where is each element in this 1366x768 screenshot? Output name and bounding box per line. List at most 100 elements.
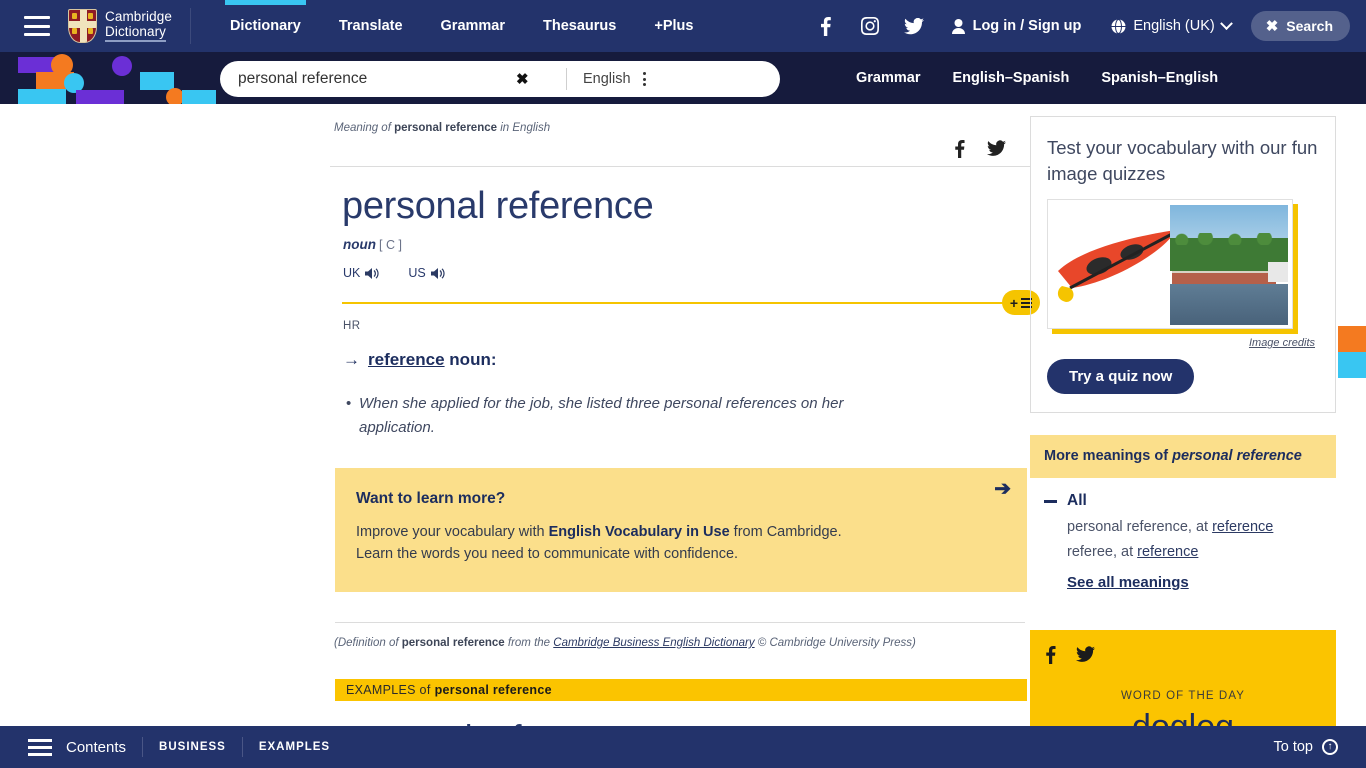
bottom-chip-examples[interactable]: EXAMPLES (259, 741, 330, 753)
decorative-blocks (18, 52, 230, 104)
arrow-up-circle-icon: ↑ (1322, 739, 1338, 755)
bottom-divider (142, 737, 144, 757)
contents-label[interactable]: Contents (66, 739, 126, 756)
pronunciation-us-label: US (408, 266, 426, 280)
contents-menu-icon[interactable] (28, 738, 52, 756)
top-navigation-bar: Cambridge Dictionary Dictionary Translat… (0, 0, 1366, 61)
part-of-speech: noun[ C ] (343, 237, 1030, 252)
twitter-share-icon[interactable] (1076, 646, 1095, 663)
language-selector[interactable]: English (UK) (1097, 16, 1244, 34)
pronunciation-uk-label: UK (343, 266, 361, 280)
nav-item-dictionary[interactable]: Dictionary (211, 0, 320, 52)
user-icon (951, 18, 965, 34)
nav-item-thesaurus[interactable]: Thesaurus (524, 0, 635, 52)
source-dictionary-link[interactable]: Cambridge Business English Dictionary (553, 637, 754, 649)
image-credits-link[interactable]: Image credits (1047, 337, 1315, 349)
page-body: Meaning of personal reference in English… (0, 104, 1366, 768)
facebook-share-icon[interactable] (955, 140, 965, 158)
quiz-image-frame (1047, 198, 1293, 329)
facebook-share-icon[interactable] (1046, 646, 1056, 665)
promo-line1-b: from Cambridge. (729, 524, 842, 540)
more-meanings-all-toggle[interactable]: All (1044, 492, 1322, 510)
cross-reference: → reference noun: (343, 350, 1030, 370)
pronunciation-us[interactable]: US (408, 266, 445, 280)
clear-search-icon[interactable]: ✖ (508, 72, 537, 87)
all-label: All (1067, 492, 1087, 510)
domain-label: HR (343, 320, 361, 332)
right-sidebar: Test your vocabulary with our fun image … (1030, 104, 1366, 768)
learn-more-promo[interactable]: ➔ Want to learn more? Improve your vocab… (335, 468, 1027, 592)
close-icon: ✖ (1265, 17, 1279, 35)
search-toggle-label: Search (1286, 18, 1333, 34)
cross-reference-pos: noun (449, 350, 491, 369)
instagram-icon[interactable] (848, 17, 892, 35)
twitter-share-icon[interactable] (987, 140, 1006, 157)
try-quiz-button[interactable]: Try a quiz now (1047, 358, 1195, 394)
menu-icon[interactable] (24, 16, 50, 36)
entry-divider: + (342, 290, 1040, 315)
source-prefix: (Definition of (334, 636, 402, 649)
cambridge-crest-icon (68, 9, 97, 43)
page-title: personal reference (342, 185, 654, 227)
nav-item-translate[interactable]: Translate (320, 0, 422, 52)
source-attribution: (Definition of personal reference from t… (334, 637, 1030, 649)
cross-reference-link[interactable]: reference (368, 350, 445, 369)
search-input[interactable] (238, 64, 508, 94)
pos-label: noun (343, 237, 376, 252)
source-divider (335, 621, 1025, 623)
globe-icon (1111, 18, 1126, 34)
source-middle: from the (504, 636, 554, 649)
quiz-card: Test your vocabulary with our fun image … (1030, 116, 1336, 413)
river-barge-image (1170, 204, 1288, 325)
quiz-images[interactable] (1047, 198, 1298, 334)
word-of-the-day-share (1030, 646, 1336, 665)
speaker-icon (430, 267, 445, 279)
see-all-meanings-link[interactable]: See all meanings (1067, 574, 1189, 591)
breadcrumb-prefix: Meaning of (334, 122, 395, 134)
quicklink-grammar[interactable]: Grammar (840, 70, 936, 86)
promo-line1-bold: English Vocabulary in Use (548, 524, 730, 540)
more-meanings-card: More meanings of personal reference All … (1030, 434, 1336, 609)
more-options-icon[interactable] (642, 72, 646, 86)
search-bar: ✖ English Grammar English–Spanish Spanis… (0, 52, 1366, 104)
chevron-down-icon (1219, 16, 1233, 30)
pronunciation-row: UK US (343, 266, 1030, 280)
bottom-bar: Contents BUSINESS EXAMPLES To top ↑ (0, 726, 1366, 768)
cambridge-dictionary-logo[interactable]: Cambridge Dictionary (68, 9, 190, 43)
meaning-item-link[interactable]: reference (1212, 519, 1273, 535)
countability-label: [ C ] (379, 238, 402, 252)
arrow-right-icon: → (343, 350, 360, 369)
quicklink-english-spanish[interactable]: English–Spanish (936, 70, 1085, 86)
share-row (330, 140, 1030, 158)
search-toggle-button[interactable]: ✖ Search (1250, 11, 1350, 41)
more-heading-word: personal reference (1172, 447, 1302, 464)
promo-line1-a: Improve your vocabulary with (356, 524, 549, 540)
login-signup-button[interactable]: Log in / Sign up (936, 18, 1098, 34)
search-language-select[interactable]: English (567, 71, 643, 87)
to-top-label: To top (1273, 739, 1314, 755)
nav-item-grammar[interactable]: Grammar (422, 0, 524, 52)
more-meanings-body: All personal reference, at reference ref… (1030, 478, 1336, 608)
main-content: Meaning of personal reference in English… (330, 104, 1040, 768)
twitter-icon[interactable] (892, 17, 936, 35)
word-of-the-day-label: WORD OF THE DAY (1120, 690, 1246, 703)
examples-bar-prefix: EXAMPLES of (346, 682, 431, 697)
bottom-chip-business[interactable]: BUSINESS (159, 741, 226, 753)
search-input-container: ✖ (220, 61, 560, 97)
meaning-item-link[interactable]: reference (1137, 544, 1198, 560)
to-top-button[interactable]: To top ↑ (1273, 739, 1338, 755)
list-item: referee, at reference (1067, 544, 1322, 560)
pronunciation-uk[interactable]: UK (343, 266, 380, 280)
plus-icon: + (1009, 294, 1019, 311)
meaning-item-text: personal reference, at (1067, 519, 1213, 536)
nav-item-plus[interactable]: +Plus (635, 0, 712, 52)
facebook-icon[interactable] (804, 16, 848, 36)
left-gutter (0, 104, 330, 768)
arrow-right-icon[interactable]: ➔ (994, 479, 1011, 499)
brand-line-1: Cambridge (105, 9, 172, 24)
bottom-divider (241, 737, 243, 757)
more-heading-prefix: More meanings of (1044, 447, 1173, 464)
examples-section-header: EXAMPLES of personal reference (335, 678, 1027, 701)
source-word: personal reference (401, 636, 505, 649)
quicklink-spanish-english[interactable]: Spanish–English (1085, 70, 1234, 86)
